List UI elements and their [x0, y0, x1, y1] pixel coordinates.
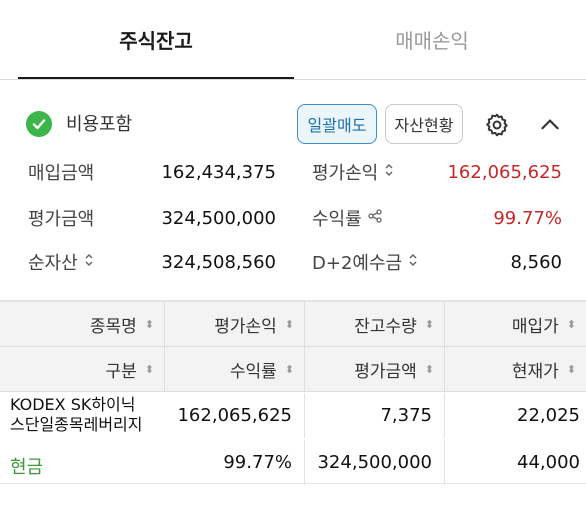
header-return[interactable]: 수익률 ⬍	[165, 347, 305, 392]
sort-arrows-icon: ⬍	[566, 362, 576, 376]
chevron-up-icon[interactable]	[537, 112, 563, 138]
sort-arrows-icon: ⬍	[144, 317, 154, 331]
asset-status-button[interactable]: 자산현황	[385, 104, 463, 144]
stock-name[interactable]: KODEX SK하이닉 스단일종목레버리지	[10, 395, 162, 435]
net-asset-value: 324,508,560	[161, 251, 276, 273]
sort-arrows-icon: ⬍	[144, 362, 154, 376]
sort-arrows-icon: ⬍	[566, 317, 576, 331]
header-eval-pl[interactable]: 평가손익 ⬍	[165, 302, 305, 347]
purchase-amount-label: 매입금액	[28, 163, 95, 184]
gear-icon[interactable]	[484, 112, 510, 138]
deposit-label[interactable]: D+2예수금	[312, 247, 418, 277]
fee-include-label[interactable]: 비용포함	[66, 110, 132, 136]
tab-trades[interactable]: 매매손익	[294, 0, 570, 78]
sort-arrows-icon: ⬍	[424, 362, 434, 376]
sort-arrows-icon: ⬍	[284, 317, 294, 331]
sell-all-button[interactable]: 일괄매도	[297, 104, 377, 144]
eval-amount-value: 324,500,000	[161, 207, 276, 229]
row-buy-price: 22,025	[517, 405, 580, 426]
eval-pl-label[interactable]: 평가손익	[312, 157, 394, 187]
row-return: 99.77%	[165, 440, 305, 485]
row-current-price: 44,000	[517, 452, 580, 473]
check-circle-icon[interactable]	[26, 111, 52, 137]
toolbar: 비용포함 일괄매도 자산현황	[0, 100, 586, 146]
header-buy-price[interactable]: 매입가 ⬍	[445, 302, 586, 347]
row-eval-amount: 324,500,000	[305, 440, 445, 485]
header-quantity[interactable]: 잔고수량 ⬍	[305, 302, 445, 347]
share-icon[interactable]	[368, 209, 382, 227]
return-rate-value: 99.77%	[493, 207, 562, 229]
account-type: 현금	[10, 457, 44, 478]
sort-updown-icon[interactable]	[408, 253, 418, 271]
tab-divider	[0, 79, 586, 80]
net-asset-label[interactable]: 순자산	[28, 247, 94, 277]
row-divider	[0, 483, 586, 484]
header-type[interactable]: 구분 ⬍	[0, 347, 165, 392]
sort-arrows-icon: ⬍	[284, 362, 294, 376]
stock-name-line1: KODEX SK하이닉	[10, 395, 136, 414]
return-rate-label[interactable]: 수익률	[312, 203, 382, 233]
deposit-value: 8,560	[510, 251, 562, 273]
row-eval-pl: 162,065,625	[165, 393, 305, 438]
sort-arrows-icon: ⬍	[424, 317, 434, 331]
eval-amount-label: 평가금액	[28, 209, 95, 230]
tab-holdings[interactable]: 주식잔고	[18, 0, 294, 78]
purchase-amount-value: 162,434,375	[161, 161, 276, 183]
sort-updown-icon[interactable]	[84, 253, 94, 271]
tab-bar: 주식잔고 매매손익	[0, 0, 586, 80]
header-eval-amount[interactable]: 평가금액 ⬍	[305, 347, 445, 392]
header-stock-name[interactable]: 종목명 ⬍	[0, 302, 165, 347]
row-quantity: 7,375	[305, 393, 445, 438]
header-current-price[interactable]: 현재가 ⬍	[445, 347, 586, 392]
stock-name-line2: 스단일종목레버리지	[10, 415, 143, 434]
sort-updown-icon[interactable]	[384, 163, 394, 181]
eval-pl-value: 162,065,625	[447, 161, 562, 183]
